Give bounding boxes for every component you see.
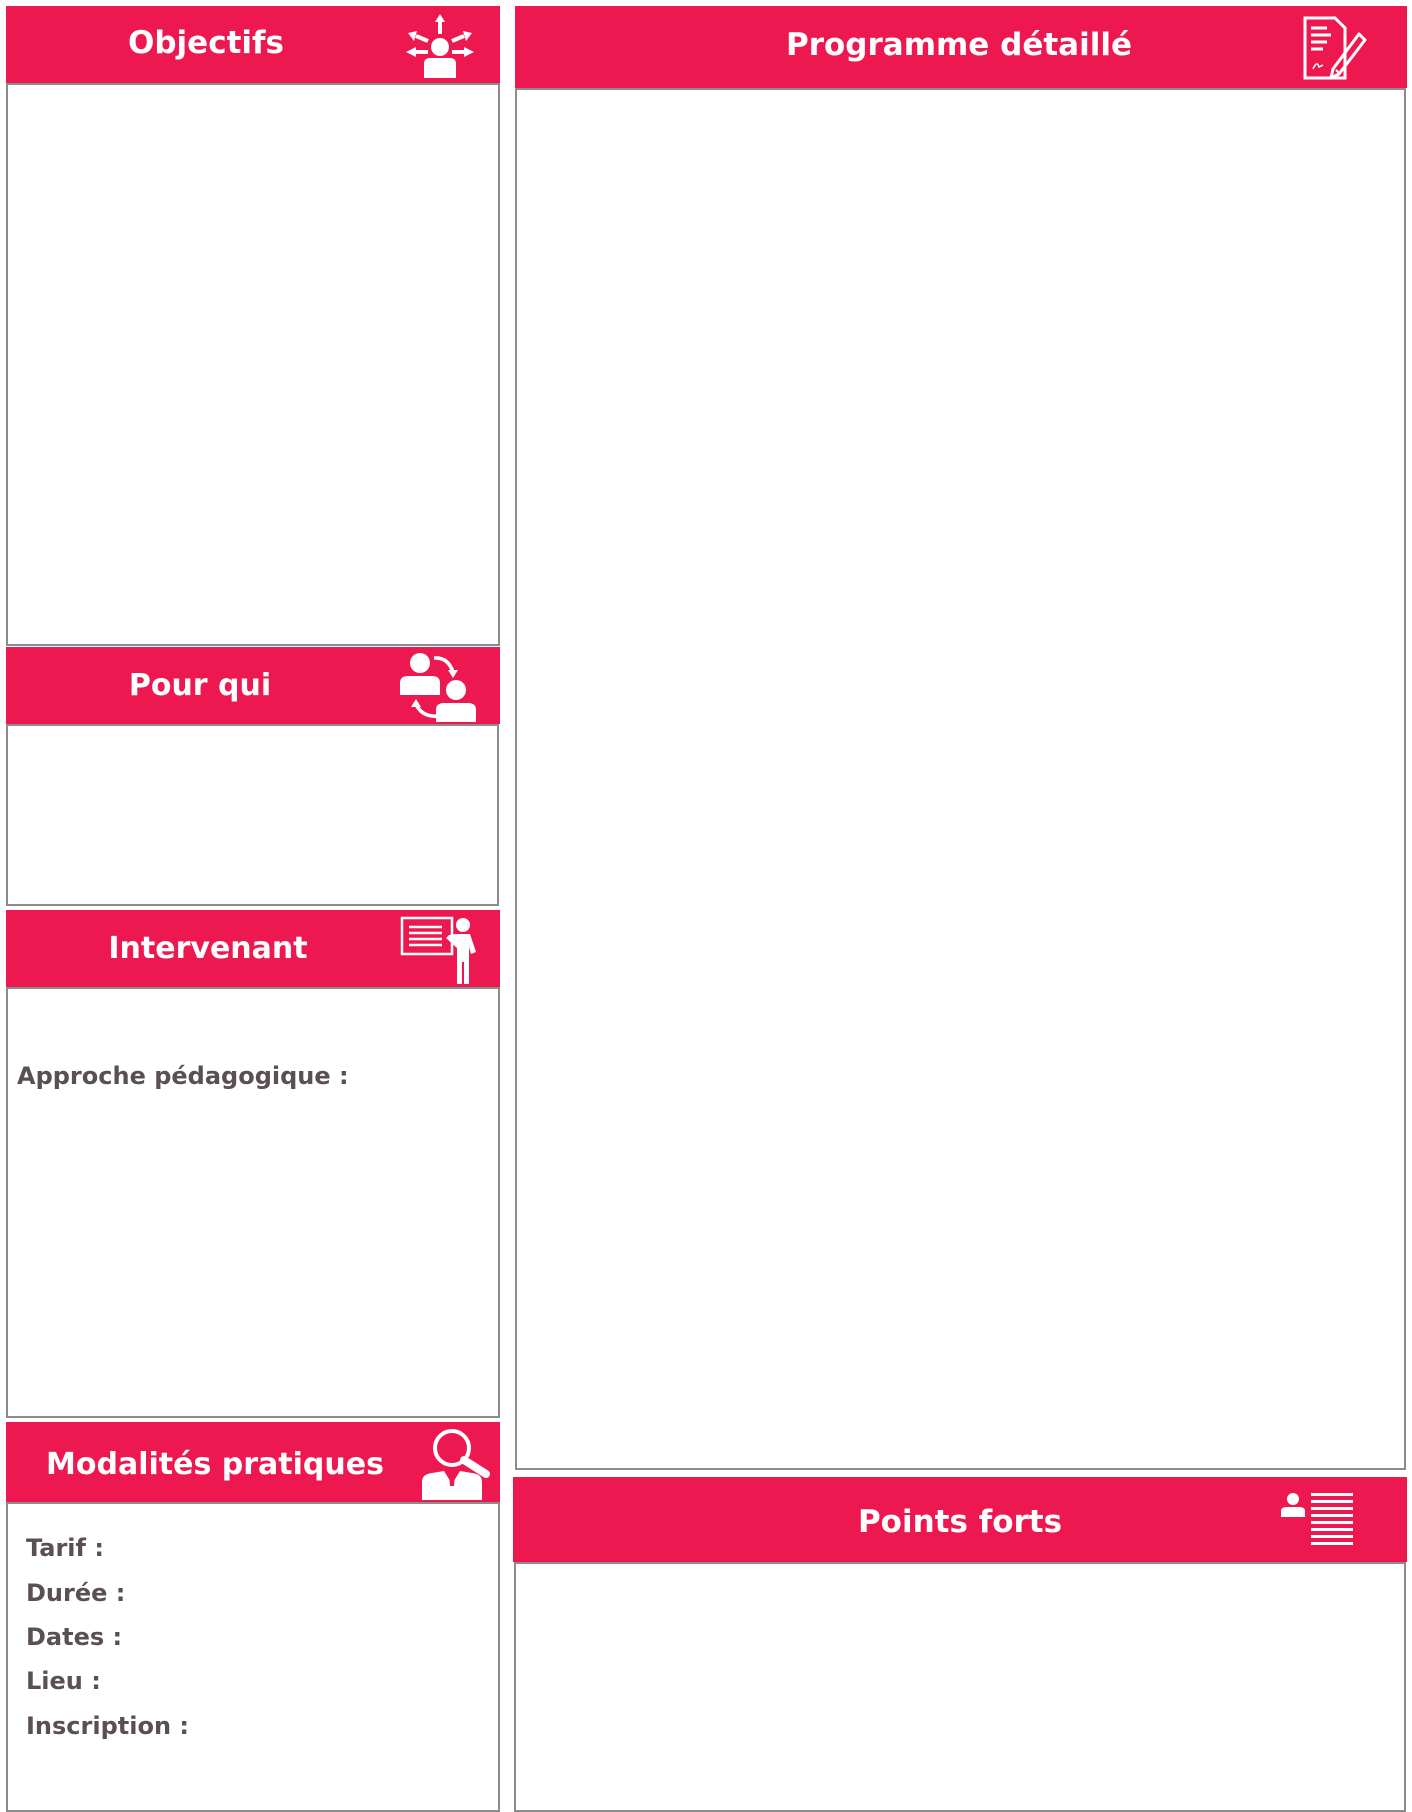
dates-label: Dates : [26,1623,123,1651]
programme-header: Programme détaillé [515,6,1407,88]
approche-pedagogique-label: Approche pédagogique : [17,1062,349,1090]
document-pen-icon [1301,14,1367,82]
pour-qui-header: Pour qui [6,647,500,724]
lieu-label: Lieu : [26,1667,101,1695]
points-forts-content-box [514,1562,1406,1812]
objectifs-header: Objectifs [6,6,500,83]
intervenant-content-box: Approche pédagogique : [6,987,500,1418]
modalites-header: Modalités pratiques [6,1422,500,1502]
people-exchange-icon [396,652,478,722]
points-forts-title: Points forts [857,1503,1063,1540]
pour-qui-content-box [6,724,499,906]
programme-title: Programme détaillé [786,27,1132,63]
objectifs-content-box [6,83,500,646]
pour-qui-title: Pour qui [128,668,272,703]
intervenant-header: Intervenant [6,910,500,987]
programme-content-box [515,88,1406,1470]
duree-label: Durée : [26,1579,126,1607]
goals-person-arrows-icon [404,14,476,78]
person-magnifier-icon [418,1426,498,1500]
points-forts-header: Points forts [513,1477,1407,1562]
modalites-content-box: Tarif : Durée : Dates : Lieu : Inscripti… [6,1502,500,1812]
inscription-label: Inscription : [26,1712,189,1740]
person-list-icon [1279,1493,1357,1551]
objectifs-title: Objectifs [128,24,284,61]
tarif-label: Tarif : [26,1534,104,1562]
modalites-title: Modalités pratiques [46,1446,384,1482]
presenter-board-icon [394,914,478,984]
intervenant-title: Intervenant [108,931,308,966]
